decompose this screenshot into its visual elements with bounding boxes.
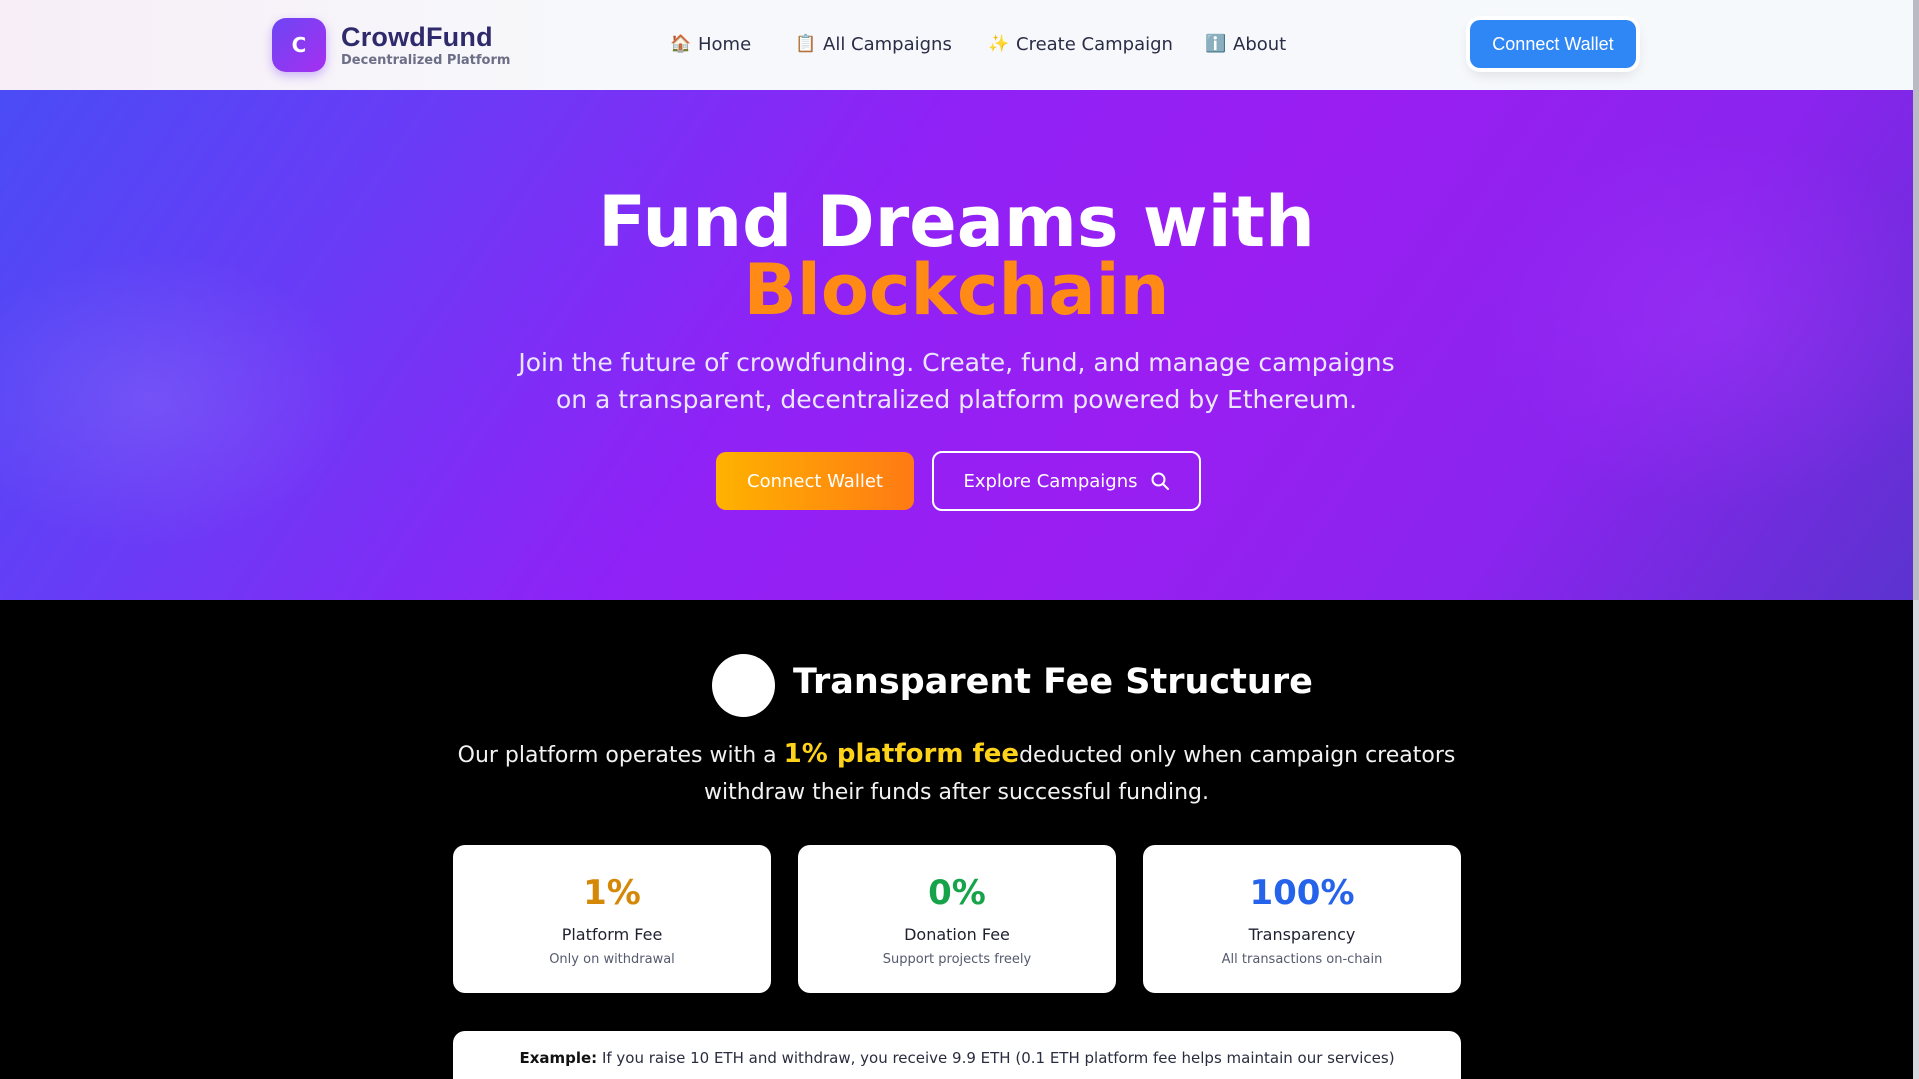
nav-item-home[interactable]: 🏠 Home <box>670 34 751 55</box>
fee-card-value: 100% <box>1249 873 1355 913</box>
fee-description: Our platform operates with a 1% platform… <box>430 736 1483 811</box>
fee-card-value: 1% <box>583 873 641 913</box>
nav-item-create-campaign[interactable]: ✨ Create Campaign <box>988 34 1173 55</box>
sparkles-icon: ✨ <box>988 34 1010 54</box>
explore-campaigns-button[interactable]: Explore Campaigns <box>932 451 1201 511</box>
scrollbar[interactable] <box>1913 0 1919 1079</box>
nav-item-about[interactable]: ℹ️ About <box>1205 34 1286 55</box>
brand-name[interactable]: CrowdFund <box>341 22 493 53</box>
fee-example-box: Example: If you raise 10 ETH and withdra… <box>453 1031 1461 1079</box>
fee-card-transparency: 100% Transparency All transactions on-ch… <box>1143 845 1461 993</box>
fee-card-sub: All transactions on-chain <box>1221 952 1383 967</box>
fee-section: Transparent Fee Structure Our platform o… <box>0 600 1913 1079</box>
fee-card-sub: Only on withdrawal <box>549 952 675 967</box>
hero-description: Join the future of crowdfunding. Create,… <box>518 348 1395 414</box>
fee-card-label: Donation Fee <box>904 925 1010 944</box>
nav-item-label: All Campaigns <box>823 34 952 55</box>
fee-card-label: Platform Fee <box>561 925 663 944</box>
page: C CrowdFund Decentralized Platform 🏠 Hom… <box>0 0 1919 1079</box>
fee-card-sub: Support projects freely <box>882 952 1032 967</box>
fee-desc-text: Our platform operates with a <box>457 743 784 768</box>
logo-icon[interactable]: C <box>272 18 326 72</box>
hero-connect-wallet-button[interactable]: Connect Wallet <box>716 452 914 510</box>
navbar: C CrowdFund Decentralized Platform 🏠 Hom… <box>0 0 1913 91</box>
clipboard-icon: 📋 <box>795 34 817 54</box>
fee-card-label: Transparency <box>1248 925 1356 944</box>
nav-item-label: Create Campaign <box>1016 34 1173 55</box>
nav-item-label: Home <box>698 34 752 55</box>
scrollbar-thumb[interactable] <box>1913 0 1919 600</box>
hero-title-highlight: Blockchain <box>743 249 1170 331</box>
fee-section-title: Transparent Fee Structure <box>793 662 1313 702</box>
fee-icon <box>712 654 775 717</box>
explore-campaigns-label: Explore Campaigns <box>963 470 1138 492</box>
fee-card-value: 0% <box>928 873 986 913</box>
fee-highlight: 1% platform fee <box>783 739 1020 769</box>
fee-example-body: If you raise 10 ETH and withdraw, you re… <box>597 1049 1395 1067</box>
hero-section: Fund Dreams with Blockchain Join the fut… <box>0 90 1913 600</box>
nav-item-label: About <box>1233 34 1287 55</box>
connect-wallet-button[interactable]: Connect Wallet <box>1470 20 1636 68</box>
fee-example-label: Example: <box>519 1049 598 1067</box>
fee-example-text: Example: If you raise 10 ETH and withdra… <box>453 1049 1461 1067</box>
brand-tagline: Decentralized Platform <box>341 53 511 68</box>
fee-card-donation: 0% Donation Fee Support projects freely <box>798 845 1116 993</box>
search-icon <box>1151 472 1169 490</box>
nav-item-all-campaigns[interactable]: 📋 All Campaigns <box>795 34 952 55</box>
house-icon: 🏠 <box>670 34 692 54</box>
info-icon: ℹ️ <box>1205 34 1227 54</box>
fee-card-platform: 1% Platform Fee Only on withdrawal <box>453 845 771 993</box>
